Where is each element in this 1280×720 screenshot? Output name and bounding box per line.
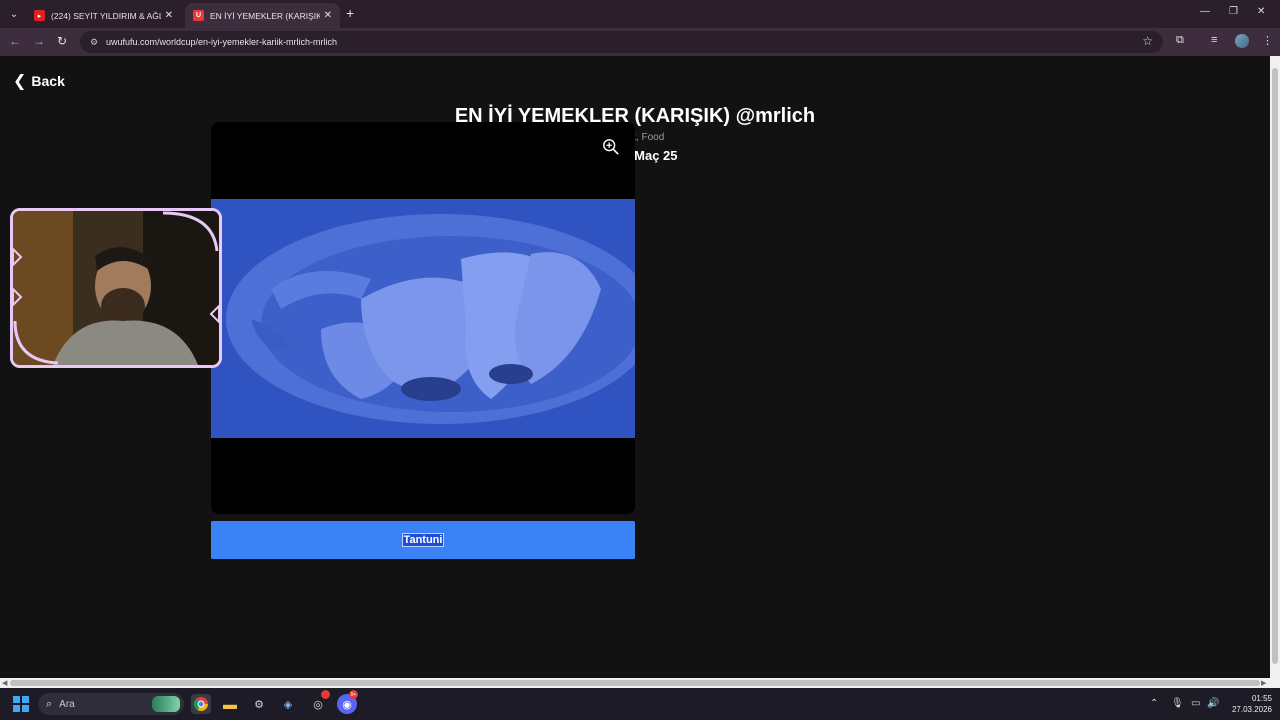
webcam-feed (13, 211, 219, 365)
chevron-left-icon: ❮ (13, 73, 27, 90)
media-controls-icon[interactable]: ≡ (1211, 34, 1217, 46)
webcam-overlay (10, 208, 222, 368)
taskbar-search[interactable]: ⌕ Ara (38, 693, 184, 715)
notification-dot (321, 690, 330, 699)
category-tags: Yemek, Food (605, 132, 665, 143)
new-tab-button[interactable]: + (346, 6, 354, 20)
system-clock[interactable]: 01:55 27.03.2026 (1222, 693, 1272, 715)
scroll-left-icon[interactable]: ◀ (2, 679, 7, 687)
profile-avatar[interactable] (1235, 34, 1249, 48)
back-arrow-icon[interactable]: ← (9, 34, 21, 48)
reload-icon[interactable]: ↻ (57, 34, 67, 48)
choice-card[interactable] (211, 122, 635, 514)
forward-arrow-icon[interactable]: → (33, 34, 45, 48)
choice-label: Tantuni (401, 533, 445, 547)
chrome-taskbar-icon[interactable] (191, 694, 211, 714)
back-button[interactable]: ❮ Back (13, 71, 65, 91)
search-placeholder: Ara (59, 698, 75, 710)
site-info-icon[interactable]: ⚙ (88, 36, 100, 48)
minimize-button[interactable]: — (1200, 6, 1210, 17)
page-title: EN İYİ YEMEKLER (KARIŞIK) @mrlich (454, 105, 816, 127)
vertical-scroll-thumb[interactable] (1272, 68, 1278, 664)
bookmark-star-icon[interactable]: ☆ (1142, 34, 1153, 48)
microphone-icon[interactable]: 🎙 (1171, 698, 1184, 709)
taskbar: ⌕ Ara ▬ ⚙ ◈ ◎ ◉ 9+ ⌃ 🎙 ▭ 🔊 01:55 27.03.2… (0, 688, 1280, 720)
chevron-up-icon[interactable]: ⌃ (1150, 698, 1158, 709)
back-label: Back (31, 73, 65, 89)
menu-icon[interactable]: ⋮ (1262, 34, 1273, 47)
search-icon: ⌕ (46, 697, 53, 710)
network-icon[interactable]: ▭ (1191, 698, 1200, 709)
app-diamond-icon[interactable]: ◈ (278, 694, 298, 714)
clock-date: 27.03.2026 (1231, 705, 1272, 714)
extensions-icon[interactable]: ⧉ (1176, 34, 1184, 47)
search-highlight-art (152, 696, 180, 712)
choice-button[interactable]: Tantuni (211, 521, 635, 559)
tab-search-button[interactable]: ⌄ (5, 5, 23, 23)
uwufufu-icon: U (193, 10, 204, 21)
tab-uwufufu[interactable]: U EN İYİ YEMEKLER (KARIŞIK) @m ✕ (185, 3, 340, 28)
address-bar[interactable]: ⚙ uwufufu.com/worldcup/en-iyi-yemekler-k… (80, 31, 1163, 53)
clock-time: 01:55 (1251, 694, 1272, 703)
url-text: uwufufu.com/worldcup/en-iyi-yemekler-kar… (106, 37, 338, 47)
volume-icon[interactable]: 🔊 (1207, 698, 1219, 709)
tab-strip: ⌄ ▸ (224) SEYİT YILDIRIM & AĞLAYAN ✕ U E… (0, 0, 1280, 28)
tab-title: (224) SEYİT YILDIRIM & AĞLAYAN (51, 10, 161, 21)
horizontal-scroll-thumb[interactable] (10, 680, 1260, 686)
horizontal-scrollbar[interactable]: ◀ ▶ (0, 678, 1280, 688)
close-icon[interactable]: ✕ (165, 10, 173, 21)
round-indicator: Tur 64 Maç 25 (592, 148, 678, 163)
scroll-right-icon[interactable]: ▶ (1261, 679, 1266, 687)
close-icon[interactable]: ✕ (324, 10, 332, 21)
tab-youtube[interactable]: ▸ (224) SEYİT YILDIRIM & AĞLAYAN ✕ (26, 3, 181, 28)
tab-title: EN İYİ YEMEKLER (KARIŞIK) @m (210, 10, 320, 21)
food-image (211, 199, 635, 438)
windows-start-icon[interactable] (13, 696, 29, 712)
window-close-button[interactable]: ✕ (1257, 6, 1265, 17)
file-explorer-icon[interactable]: ▬ (220, 694, 240, 714)
discord-badge: 9+ (349, 690, 358, 699)
vertical-scrollbar[interactable] (1270, 56, 1280, 678)
restore-button[interactable]: ❐ (1229, 6, 1238, 17)
browser-toolbar: ← → ↻ ⚙ uwufufu.com/worldcup/en-iyi-yeme… (0, 28, 1280, 56)
steam-icon[interactable]: ⚙ (249, 694, 269, 714)
zoom-in-icon[interactable] (602, 138, 620, 156)
youtube-icon: ▸ (34, 10, 45, 21)
